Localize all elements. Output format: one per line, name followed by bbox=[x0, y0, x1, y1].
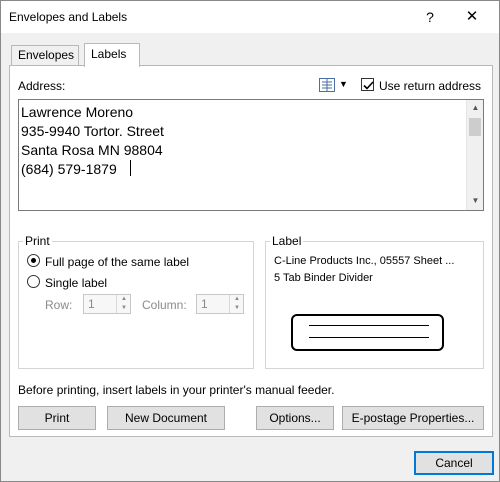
label-group-title: Label bbox=[270, 234, 304, 248]
label-product: C-Line Products Inc., 05557 Sheet ... bbox=[274, 255, 455, 267]
print-group-title: Print bbox=[23, 234, 52, 248]
use-return-address-label: Use return address bbox=[379, 79, 482, 93]
address-book-icon[interactable] bbox=[319, 78, 335, 92]
tab-labels[interactable]: Labels bbox=[84, 43, 140, 67]
full-page-label: Full page of the same label bbox=[45, 255, 190, 269]
tab-envelopes-label: Envelopes bbox=[18, 48, 75, 62]
options-button[interactable]: Options... bbox=[256, 406, 334, 430]
new-document-button[interactable]: New Document bbox=[107, 406, 225, 430]
epostage-properties-button[interactable]: E-postage Properties... bbox=[342, 406, 484, 430]
label-preview[interactable] bbox=[291, 314, 444, 351]
full-page-radio[interactable] bbox=[27, 254, 40, 267]
column-value: 1 bbox=[201, 297, 208, 311]
column-up-icon[interactable]: ▲ bbox=[232, 295, 242, 304]
close-button[interactable]: ✕ bbox=[461, 7, 483, 27]
scroll-up-icon[interactable]: ▲ bbox=[467, 101, 484, 115]
title-bar: Envelopes and Labels ? ✕ bbox=[1, 1, 499, 33]
envelopes-labels-dialog: Envelopes and Labels ? ✕ Envelopes Label… bbox=[0, 0, 500, 482]
tab-envelopes[interactable]: Envelopes bbox=[11, 45, 79, 65]
row-label: Row: bbox=[45, 298, 73, 312]
cancel-button[interactable]: Cancel bbox=[414, 451, 494, 475]
label-description: 5 Tab Binder Divider bbox=[274, 272, 373, 284]
column-stepper[interactable]: 1 ▲ ▼ bbox=[196, 294, 244, 314]
address-text: Lawrence Moreno 935-9940 Tortor. Street … bbox=[21, 104, 164, 177]
single-label-radio[interactable] bbox=[27, 275, 40, 288]
column-label: Column: bbox=[142, 298, 187, 312]
row-value: 1 bbox=[88, 297, 95, 311]
use-return-address-checkbox[interactable] bbox=[361, 78, 374, 91]
print-button[interactable]: Print bbox=[18, 406, 96, 430]
row-stepper[interactable]: 1 ▲ ▼ bbox=[83, 294, 131, 314]
address-textbox[interactable]: Lawrence Moreno 935-9940 Tortor. Street … bbox=[18, 99, 484, 211]
help-button[interactable]: ? bbox=[419, 7, 441, 27]
column-down-icon[interactable]: ▼ bbox=[232, 304, 242, 313]
single-label-label: Single label bbox=[45, 276, 108, 290]
scroll-down-icon[interactable]: ▼ bbox=[467, 194, 484, 208]
tab-labels-label: Labels bbox=[91, 47, 127, 61]
feeder-note: Before printing, insert labels in your p… bbox=[18, 383, 335, 397]
row-down-icon[interactable]: ▼ bbox=[119, 304, 129, 313]
chevron-down-icon[interactable]: ▼ bbox=[339, 79, 348, 89]
dialog-title: Envelopes and Labels bbox=[9, 10, 128, 24]
scroll-thumb[interactable] bbox=[469, 118, 481, 136]
text-caret bbox=[130, 160, 131, 176]
row-up-icon[interactable]: ▲ bbox=[119, 295, 129, 304]
address-label: Address: bbox=[18, 79, 66, 93]
address-scrollbar[interactable]: ▲ ▼ bbox=[466, 100, 483, 210]
